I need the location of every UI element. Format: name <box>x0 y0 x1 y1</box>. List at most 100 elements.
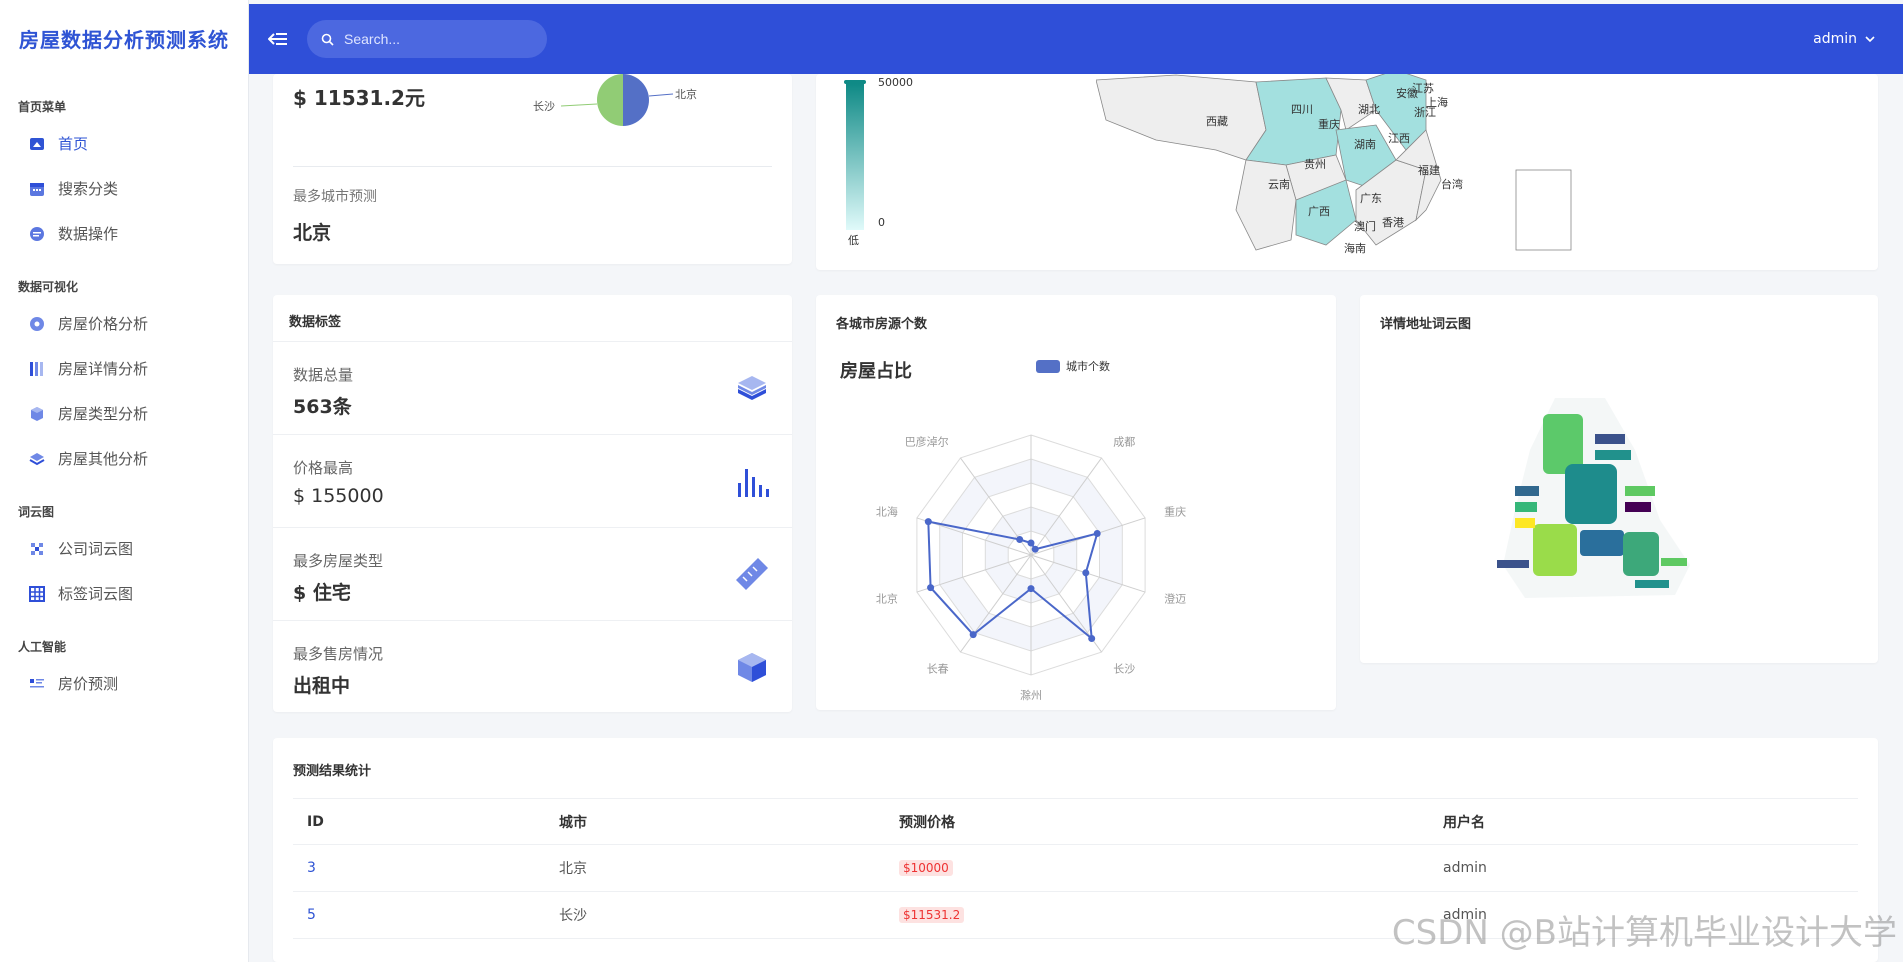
radar-axis-label: 滁州 <box>1020 688 1042 702</box>
chat-icon <box>28 225 46 243</box>
watermark-text: CSDN @B站计算机毕业设计大学 <box>1391 913 1897 953</box>
bar-chart-icon <box>738 469 769 497</box>
column-header-city[interactable]: 城市 <box>545 798 885 845</box>
card-title: 各城市房源个数 <box>836 317 928 332</box>
row-id[interactable]: 5 <box>293 891 545 939</box>
wordcloud-block <box>1625 502 1651 512</box>
radar-point <box>1082 569 1090 577</box>
chevron-down-icon <box>1865 36 1875 43</box>
menu-group-label: 数据可视化 <box>18 280 79 294</box>
predicted-price-value: $ 11531.2元 <box>293 86 425 110</box>
column-header-id[interactable]: ID <box>293 798 545 845</box>
sidebar-item-type-analysis[interactable]: 房屋类型分析 <box>0 391 248 436</box>
user-menu[interactable]: admin <box>1813 4 1875 74</box>
sidebar-item-search[interactable]: 搜索分类 <box>0 166 248 211</box>
tag-value: 563条 <box>293 396 352 418</box>
sidebar-item-company-cloud[interactable]: 公司词云图 <box>0 526 248 571</box>
map-label: 贵州 <box>1304 158 1326 171</box>
column-header-price[interactable]: 预测价格 <box>885 798 1429 845</box>
sidebar-item-price-analysis[interactable]: 房屋价格分析 <box>0 301 248 346</box>
map-card: 50000 0 低 西藏 四川 重庆 湖北 安徽 江苏 上海 浙江 湖南 江西 … <box>816 74 1878 270</box>
column-header-user[interactable]: 用户名 <box>1429 798 1858 845</box>
radar-point <box>927 584 935 592</box>
menu-group-label: 首页菜单 <box>18 100 67 114</box>
radar-point <box>969 631 977 639</box>
data-tags-card: 数据标签 数据总量 563条 价格最高 $ 155000 最多房屋类型 $ 住宅… <box>273 295 792 712</box>
sidebar-item-other-analysis[interactable]: 房屋其他分析 <box>0 436 248 481</box>
map-label: 台湾 <box>1441 177 1463 191</box>
search-input[interactable] <box>344 31 524 47</box>
ruler-icon <box>736 558 768 590</box>
wordcloud-block <box>1533 524 1577 576</box>
row-id[interactable]: 3 <box>293 844 545 892</box>
tag-label: 最多房屋类型 <box>293 552 384 570</box>
radar-axis-label: 北京 <box>876 591 898 605</box>
sidebar-item-detail-analysis[interactable]: 房屋详情分析 <box>0 346 248 391</box>
map-label: 海南 <box>1344 241 1366 255</box>
map-label: 西藏 <box>1206 115 1228 128</box>
sidebar-item-home[interactable]: 首页 <box>0 121 248 166</box>
sidebar-item-label: 房屋其他分析 <box>58 450 149 468</box>
legend-min-label: 0 <box>878 216 885 229</box>
map-visualmap-legend <box>844 80 866 232</box>
map-region-yunnan <box>1235 159 1297 251</box>
search-icon <box>321 33 334 46</box>
wordcloud-block <box>1661 558 1687 566</box>
radar-axis-label: 重庆 <box>1164 505 1186 519</box>
topbar: admin <box>249 4 1903 74</box>
radar-chart: 成都重庆澄迈长沙滁州 长春 北京 北海 巴彦淖尔 <box>876 434 1186 702</box>
table-row[interactable]: 3 北京 $10000 admin <box>293 844 1858 892</box>
radar-point <box>1031 545 1039 553</box>
map-label: 广西 <box>1308 205 1330 218</box>
divider <box>293 166 772 167</box>
card-title: 预测结果统计 <box>293 764 372 779</box>
sidebar-item-label: 标签词云图 <box>58 585 134 603</box>
radar-point <box>1088 635 1096 642</box>
brand-title[interactable]: 房屋数据分析预测系统 <box>0 0 248 76</box>
wordcloud-block <box>1565 464 1617 524</box>
wordcloud-block <box>1497 560 1529 568</box>
map-label: 云南 <box>1268 178 1290 191</box>
menu-toggle-button[interactable] <box>267 28 289 50</box>
map-label: 四川 <box>1291 103 1313 116</box>
menu-group-visual: 数据可视化 房屋价格分析 房屋详情分析 房屋类型分析 房屋其他分析 <box>0 256 248 481</box>
price-badge: $11531.2 <box>899 907 965 923</box>
layers-stack-icon <box>738 376 766 400</box>
arrow-left-menu-icon <box>268 33 287 45</box>
wordcloud-block <box>1515 486 1539 496</box>
legend-low-label: 低 <box>848 234 859 247</box>
tag-row-max-price: 价格最高 $ 155000 <box>273 434 792 527</box>
top-city-value: 北京 <box>293 222 332 244</box>
map-label: 江苏 <box>1412 82 1434 95</box>
wordcloud-block <box>1595 434 1625 444</box>
tag-label: 价格最高 <box>293 459 354 477</box>
map-label: 福建 <box>1418 163 1440 177</box>
mini-pie-chart: 北京 长沙 <box>533 74 697 126</box>
grid-dots-icon <box>28 540 46 558</box>
sidebar-item-label: 数据操作 <box>58 225 119 243</box>
cube-icon <box>28 405 46 423</box>
tag-row-top-type: 最多房屋类型 $ 住宅 <box>273 527 792 620</box>
map-label: 江西 <box>1388 132 1410 145</box>
wordcloud-card: 详情地址词云图 <box>1360 295 1878 663</box>
tag-value: $ 住宅 <box>293 582 351 604</box>
map-label: 湖北 <box>1358 103 1380 116</box>
sidebar-item-data-ops[interactable]: 数据操作 <box>0 211 248 256</box>
radar-point <box>1016 536 1024 543</box>
sidebar-item-price-predict[interactable]: 房价预测 <box>0 661 248 706</box>
calendar-icon <box>28 180 46 198</box>
wordcloud-block <box>1515 502 1537 512</box>
menu-group-label: 人工智能 <box>18 640 67 654</box>
sidebar-item-tag-cloud[interactable]: 标签词云图 <box>0 571 248 616</box>
menu-group-ai: 人工智能 房价预测 <box>0 616 248 706</box>
radar-point <box>924 518 932 526</box>
price-badge: $10000 <box>899 860 953 876</box>
radar-axis-label: 澄迈 <box>1164 591 1186 605</box>
home-icon <box>28 135 46 153</box>
wordcloud-block <box>1580 530 1624 556</box>
wordcloud-block <box>1515 518 1535 528</box>
tag-label: 数据总量 <box>293 366 354 384</box>
pie-leader-line <box>560 103 598 107</box>
user-name: admin <box>1813 31 1857 47</box>
radar-point <box>1027 539 1035 547</box>
